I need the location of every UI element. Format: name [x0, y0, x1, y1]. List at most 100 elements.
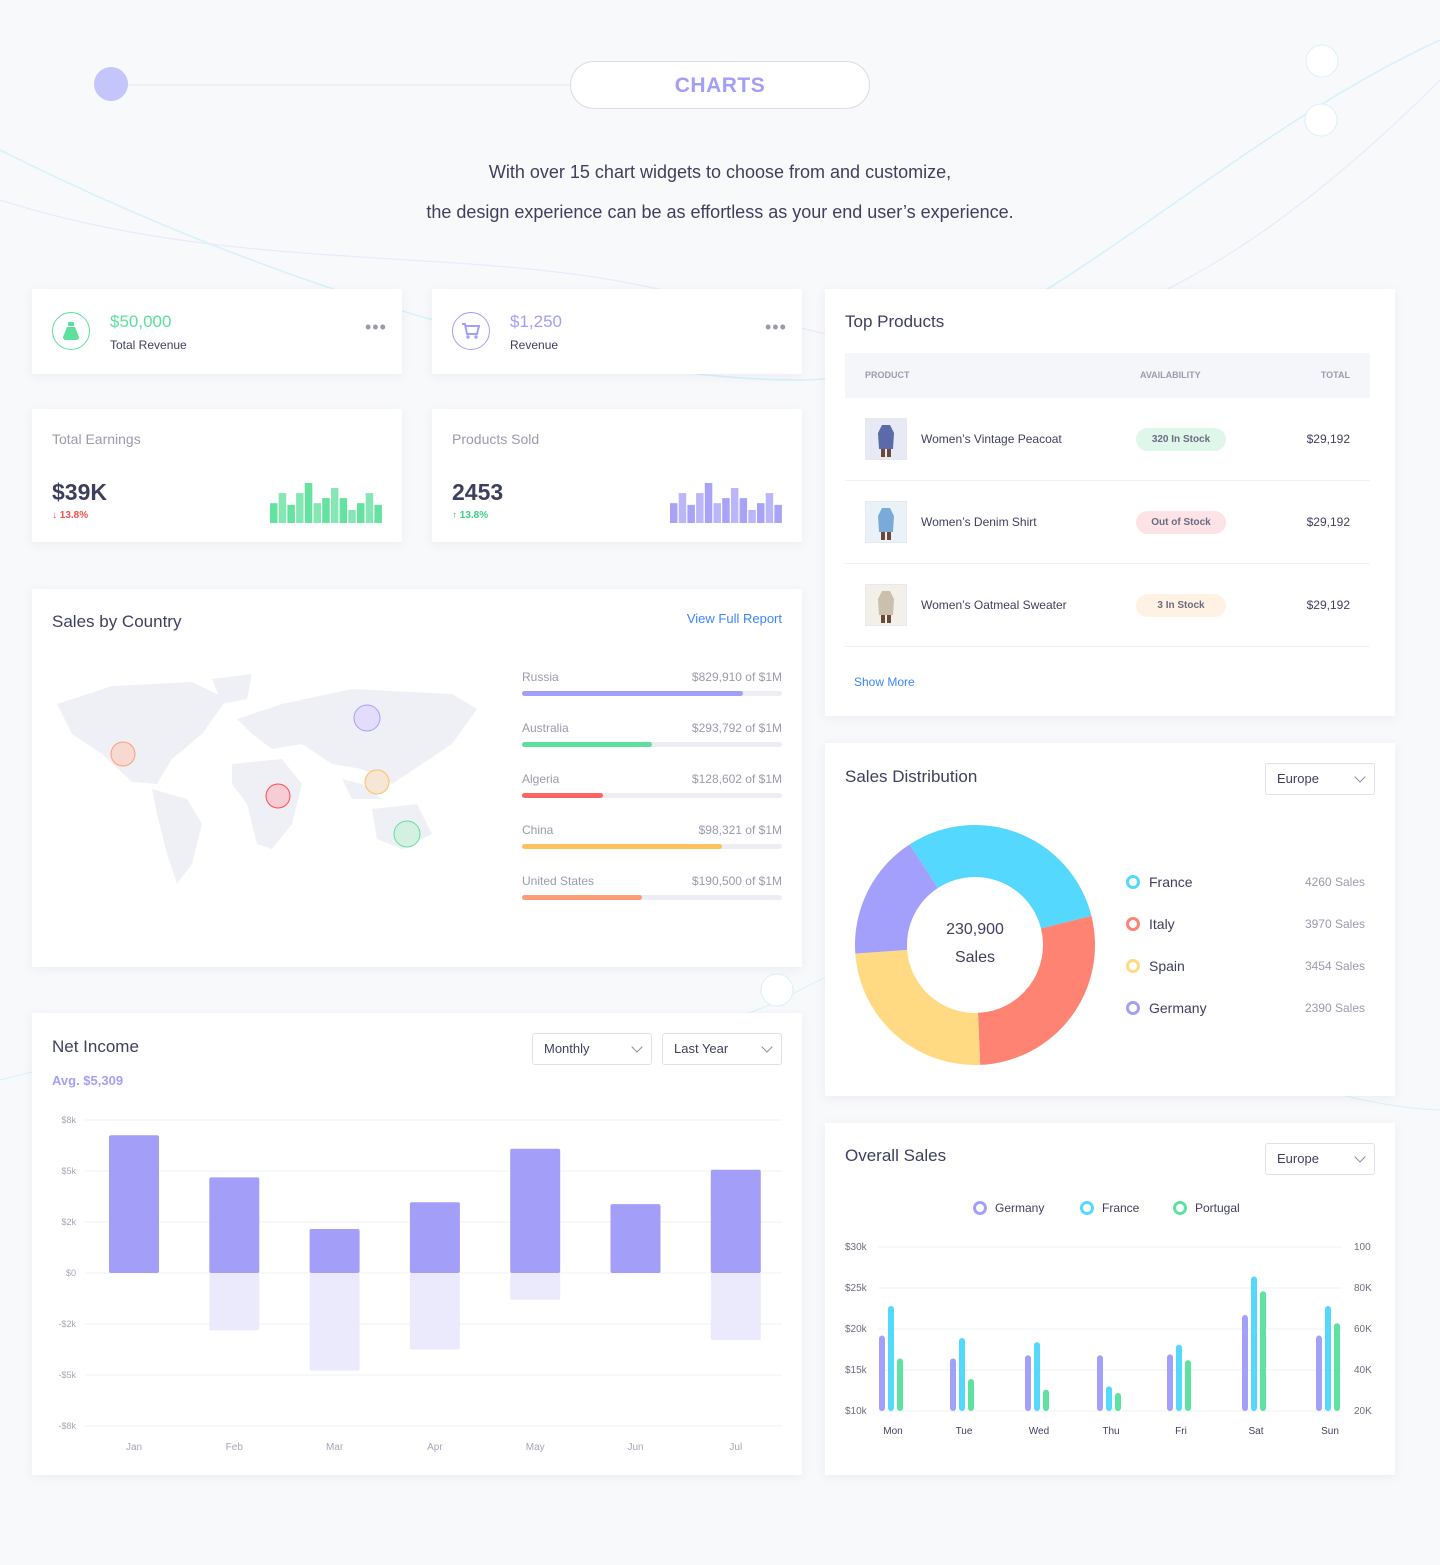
bar-germany — [1097, 1355, 1103, 1411]
marker-australia — [393, 820, 421, 848]
country-name: United States — [522, 874, 595, 888]
bar-portugal — [1334, 1323, 1340, 1411]
bar-france — [1106, 1386, 1112, 1411]
y2-tick-label: 60K — [1354, 1324, 1372, 1335]
country-progress-bar — [522, 895, 782, 900]
progress-fill — [522, 742, 652, 747]
change-indicator: ↓ 13.8% — [52, 510, 88, 521]
x-tick-label: May — [526, 1442, 545, 1453]
marker-russia — [353, 704, 381, 732]
country-amount: $829,910 of $1M — [691, 670, 782, 684]
legend-label: Germany — [1149, 1000, 1207, 1016]
bar-portugal — [1043, 1389, 1049, 1411]
country-progress-bar — [522, 742, 782, 747]
sparkline-bar — [678, 493, 687, 523]
bar-germany — [1025, 1355, 1031, 1411]
legend-label: Spain — [1149, 958, 1185, 974]
table-row[interactable]: Women’s Vintage Peacoat 320 In Stock $29,1… — [845, 398, 1370, 481]
bar-germany — [950, 1358, 956, 1411]
card-title: Sales by Country — [52, 612, 182, 631]
bar-germany — [879, 1335, 885, 1411]
arrow-down-icon: ↓ — [52, 510, 60, 521]
bar-germany — [1167, 1354, 1173, 1411]
x-tick-label: Mar — [326, 1442, 344, 1453]
progress-fill — [522, 895, 642, 900]
sparkline-bar — [296, 493, 304, 523]
stat-value: $50,000 — [110, 312, 172, 331]
view-full-report-link[interactable]: View Full Report — [687, 611, 782, 626]
donut-slice-france — [909, 825, 1092, 929]
sparkline-bar — [696, 493, 704, 523]
sold-value: 2453 — [452, 479, 504, 505]
region-dropdown[interactable]: Europe — [1265, 763, 1375, 795]
sparkline-bar — [339, 498, 348, 523]
sparkline-bar — [670, 503, 678, 523]
marker-china — [364, 769, 390, 795]
bar-positive — [409, 1202, 460, 1273]
bar-portugal — [968, 1379, 974, 1411]
change-indicator: ↑ 13.8% — [452, 510, 488, 521]
card-title: Total Earnings — [52, 431, 141, 447]
product-thumbnail — [865, 418, 907, 460]
y-tick-label: -$2k — [58, 1319, 76, 1329]
bar-negative — [309, 1273, 360, 1371]
net-income-card: Net Income Avg. $5,309 Monthly Last Year… — [32, 1013, 802, 1475]
intro-line-1: With over 15 chart widgets to choose fro… — [488, 162, 952, 182]
bar-portugal — [897, 1358, 903, 1411]
y-tick-label: $15k — [845, 1365, 868, 1376]
more-options-icon[interactable]: ••• — [365, 317, 387, 338]
bar-france — [1176, 1344, 1182, 1411]
y2-tick-label: 20K — [1354, 1406, 1372, 1417]
availability-badge: 3 In Stock — [1136, 594, 1226, 617]
more-options-icon[interactable]: ••• — [765, 317, 787, 338]
product-name: Women’s Oatmeal Sweater — [921, 598, 1067, 612]
overall-sales-chart: $30k 100 $25k 80K $20k 60K $15k 40K $10k 20K Mon Tu… — [845, 1242, 1372, 1437]
donut-slice-spain — [855, 949, 981, 1065]
product-name: Women’s Denim Shirt — [921, 515, 1037, 529]
legend-marker-icon — [1126, 917, 1140, 931]
sparkline-bar — [713, 503, 721, 523]
availability-badge: 320 In Stock — [1136, 428, 1226, 451]
bar-germany — [1242, 1315, 1248, 1411]
sparkline-bar — [374, 504, 382, 523]
country-progress-bar — [522, 844, 782, 849]
chevron-down-icon — [1354, 771, 1366, 783]
product-total: $29,192 — [1306, 515, 1350, 529]
card-title: Sales Distribution — [845, 767, 978, 786]
shopping-cart-icon — [452, 312, 490, 350]
table-row[interactable]: Women’s Oatmeal Sweater 3 In Stock $29,192 — [845, 564, 1370, 647]
country-amount: $128,602 of $1M — [691, 772, 782, 786]
sparkline-bar — [774, 504, 782, 523]
availability-badge: Out of Stock — [1136, 511, 1226, 534]
legend-label: Italy — [1149, 916, 1175, 932]
x-tick-label: Thu — [1102, 1426, 1119, 1437]
bar-negative — [710, 1273, 761, 1340]
legend-value: 2390 Sales — [1304, 1001, 1365, 1015]
marker-algeria — [265, 783, 291, 809]
column-header: TOTAL — [1320, 370, 1350, 380]
legend-marker-icon — [1126, 959, 1140, 973]
bar-france — [1251, 1276, 1257, 1411]
y-tick-label: $0 — [66, 1268, 76, 1278]
bar-positive — [309, 1229, 360, 1273]
product-thumbnail — [865, 501, 907, 543]
world-map — [57, 674, 477, 884]
product-total: $29,192 — [1306, 598, 1350, 612]
change-value: 13.8% — [459, 510, 489, 521]
table-row[interactable]: Women’s Denim Shirt Out of Stock $29,192 — [845, 481, 1370, 564]
legend-label: France — [1149, 874, 1193, 890]
overall-sales-card: Overall Sales Europe Germany France Portug… — [825, 1123, 1395, 1475]
stat-value: $1,250 — [510, 312, 562, 331]
legend-value: 3970 Sales — [1304, 917, 1365, 931]
sparkline-bar — [722, 498, 730, 523]
x-tick-label: Jul — [729, 1442, 742, 1453]
sparkline-bar — [748, 509, 756, 523]
net-income-chart: $8k $5k $2k $0 -$2k -$5k -$8k Jan Feb Mar Apr May Ju… — [58, 1115, 782, 1453]
show-more-link[interactable]: Show More — [854, 675, 915, 689]
donut-total-label: Sales — [954, 949, 996, 966]
y-tick-label: $2k — [61, 1217, 76, 1227]
country-progress-bar — [522, 793, 782, 798]
x-tick-label: Sun — [1321, 1426, 1339, 1437]
progress-fill — [522, 691, 743, 696]
dropdown-value: Europe — [1277, 771, 1319, 786]
